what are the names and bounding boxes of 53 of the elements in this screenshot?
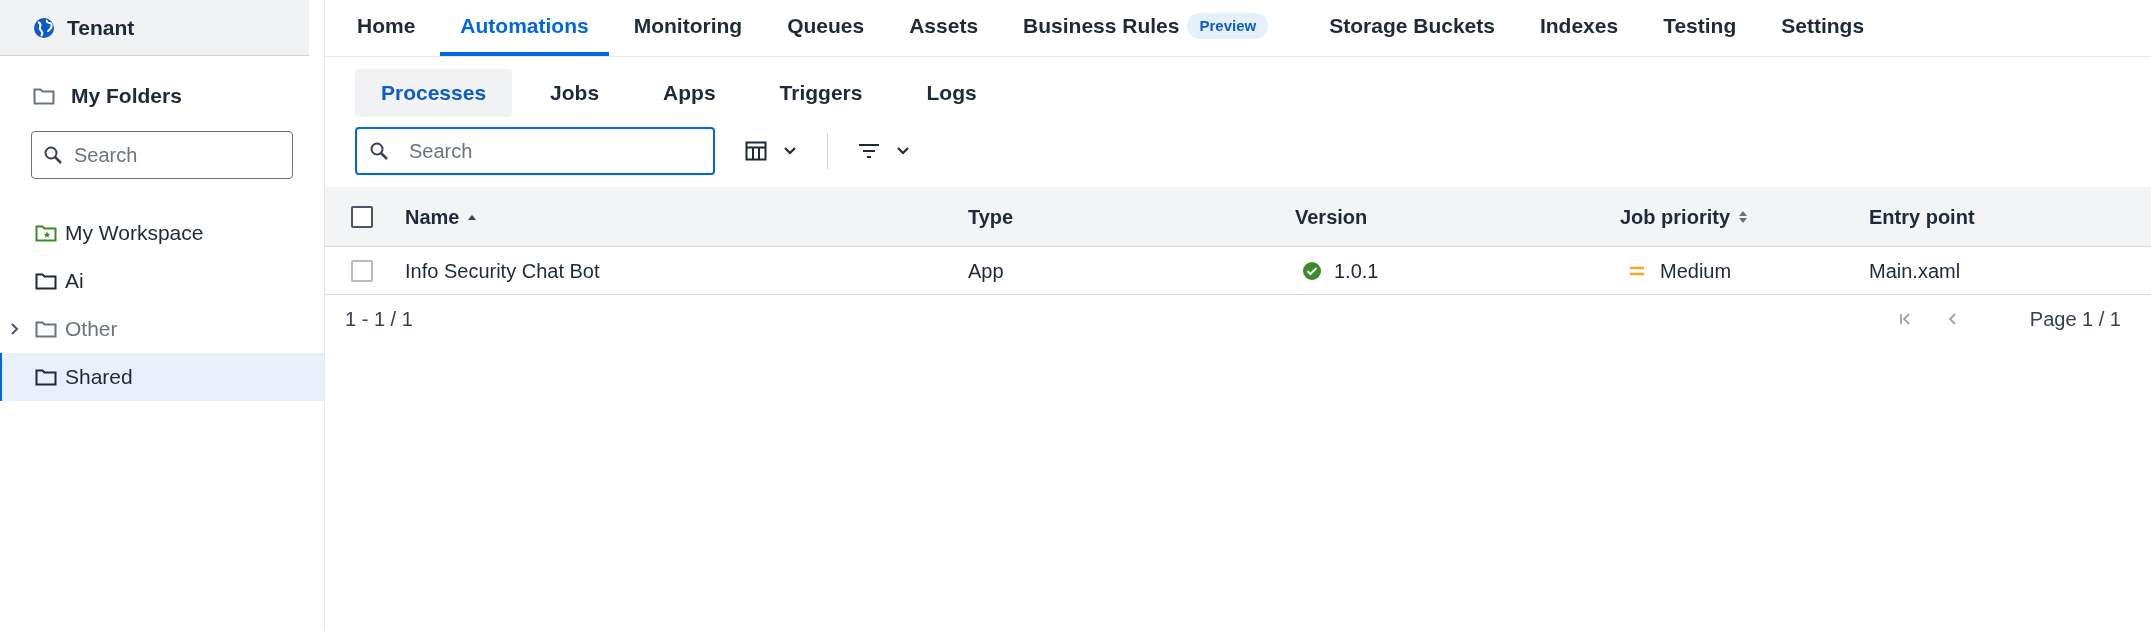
globe-icon bbox=[33, 16, 55, 39]
section-title: My Folders bbox=[71, 83, 182, 110]
nav-tab[interactable]: Assets bbox=[889, 0, 999, 56]
preview-badge: Preview bbox=[1187, 12, 1269, 40]
range-label: 1 - 1 / 1 bbox=[345, 307, 413, 332]
column-header[interactable]: Name bbox=[405, 201, 478, 232]
equals-icon bbox=[1630, 265, 1644, 276]
first-page-icon bbox=[1897, 312, 1912, 326]
sub-tab[interactable]: Processes bbox=[355, 69, 513, 117]
folder-search-field[interactable]: Search bbox=[31, 131, 293, 179]
nav-tab[interactable]: Queues bbox=[767, 0, 885, 56]
sub-tab[interactable]: Triggers bbox=[753, 69, 889, 117]
nav-tab[interactable]: Monitoring bbox=[613, 0, 763, 56]
table-cell-text: 1.0.1 bbox=[1334, 258, 1379, 284]
table-columns-icon bbox=[745, 141, 767, 161]
folder-item[interactable]: Ai bbox=[0, 257, 324, 305]
filter-icon bbox=[858, 143, 880, 159]
sub-tab[interactable]: Apps bbox=[637, 69, 742, 117]
search-icon bbox=[43, 145, 63, 165]
folder-item[interactable]: My Workspace bbox=[0, 209, 324, 257]
nav-tab[interactable]: Indexes bbox=[1519, 0, 1639, 56]
checkbox[interactable] bbox=[351, 259, 373, 282]
table-cell-text: Medium bbox=[1660, 258, 1732, 284]
tenant-label[interactable]: Tenant bbox=[67, 11, 135, 44]
starred-folder-icon bbox=[35, 224, 57, 242]
nav-tab[interactable]: Testing bbox=[1643, 0, 1757, 56]
folder-icon bbox=[35, 320, 57, 338]
table-cell: Info Security Chat Bot bbox=[405, 259, 600, 282]
column-header[interactable]: Entry point bbox=[1869, 201, 1975, 232]
chevron-icon[interactable] bbox=[10, 322, 20, 336]
page-label: Page 1 / 1 bbox=[2029, 307, 2121, 332]
nav-tab[interactable]: Storage Buckets bbox=[1309, 0, 1515, 56]
folder-item[interactable]: Shared bbox=[0, 353, 324, 401]
chevron-down-icon bbox=[896, 146, 910, 156]
checkbox[interactable] bbox=[351, 205, 373, 228]
sub-tab[interactable]: Logs bbox=[900, 69, 1003, 117]
nav-tab[interactable]: Automations bbox=[440, 0, 609, 56]
table-cell: Main.xaml bbox=[1869, 259, 1961, 282]
sub-tab[interactable]: Jobs bbox=[524, 69, 626, 117]
nav-tab[interactable]: Settings bbox=[1761, 0, 1885, 56]
folder-icon bbox=[35, 272, 57, 290]
column-header[interactable]: Type bbox=[968, 201, 1014, 232]
folder-icon bbox=[33, 87, 55, 105]
folder-icon bbox=[35, 368, 57, 386]
folder-item[interactable]: Other bbox=[0, 305, 324, 353]
search-field[interactable]: Search bbox=[355, 127, 715, 175]
nav-tab[interactable]: Business Rules Preview bbox=[1003, 0, 1305, 56]
chevron-down-icon bbox=[783, 146, 797, 156]
column-header[interactable]: Job priority bbox=[1620, 201, 1748, 232]
nav-tab[interactable]: Home bbox=[337, 0, 436, 56]
table-cell: App bbox=[968, 259, 1004, 282]
column-header[interactable]: Version bbox=[1295, 201, 1368, 232]
search-icon bbox=[369, 141, 389, 161]
